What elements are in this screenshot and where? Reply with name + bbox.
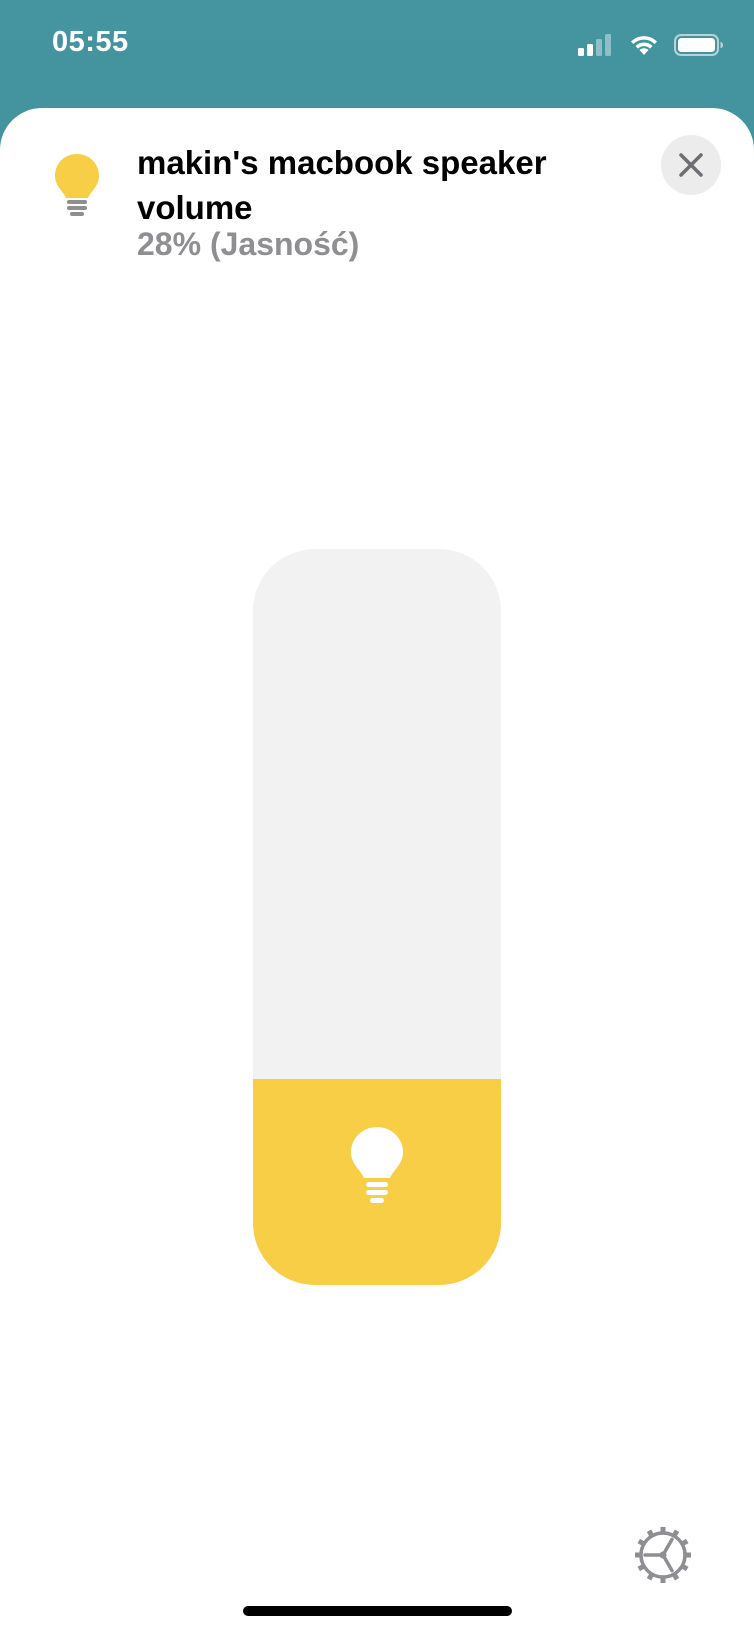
wifi-icon — [631, 36, 657, 55]
gear-tooth — [637, 1538, 646, 1547]
status-bar: 05:55 — [0, 0, 754, 100]
gear-tooth — [646, 1572, 655, 1581]
close-button[interactable] — [661, 135, 721, 195]
accessory-state: 28% (Jasność) — [137, 226, 360, 262]
lightbulb-icon — [351, 1127, 403, 1203]
lightbulb-icon — [55, 154, 99, 216]
settings-button[interactable] — [632, 1524, 694, 1586]
gear-tooth — [671, 1529, 680, 1538]
gear-tooth — [637, 1563, 646, 1572]
home-indicator — [243, 1606, 512, 1616]
close-icon — [679, 153, 703, 177]
cellular-signal-icon — [578, 34, 611, 56]
gear-tooth — [646, 1529, 655, 1538]
status-time: 05:55 — [52, 26, 129, 58]
status-icons — [578, 33, 724, 57]
battery-icon — [674, 34, 723, 56]
gear-tooth — [680, 1538, 689, 1547]
gear-icon — [635, 1527, 691, 1583]
gear-tooth — [680, 1563, 689, 1572]
accessory-name: makin's macbook speaker volume — [137, 144, 547, 226]
brightness-slider-fill — [253, 1078, 501, 1285]
brightness-slider[interactable] — [253, 549, 501, 1285]
gear-tooth — [671, 1572, 680, 1581]
